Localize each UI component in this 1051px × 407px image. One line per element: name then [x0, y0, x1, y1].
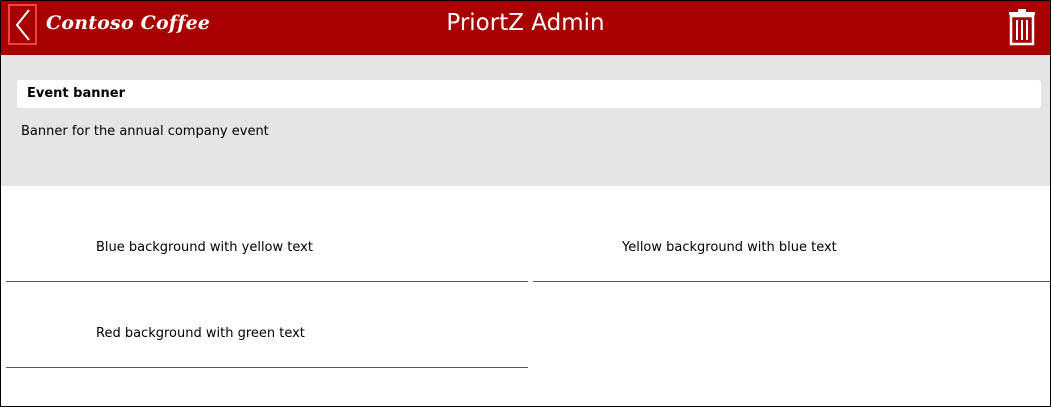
style-option-red-green[interactable]: Red background with green text [6, 282, 528, 368]
event-description: Banner for the annual company event [21, 124, 269, 139]
trash-icon [1009, 9, 1035, 46]
divider [6, 367, 528, 368]
style-option-label: Red background with green text [96, 326, 305, 341]
style-option-blue-yellow[interactable]: Blue background with yellow text [6, 196, 528, 282]
style-option-yellow-blue[interactable]: Yellow background with blue text [533, 196, 1050, 282]
style-option-label: Yellow background with blue text [622, 240, 837, 255]
event-banner-section: Event banner Banner for the annual compa… [1, 55, 1050, 186]
style-option-label: Blue background with yellow text [96, 240, 313, 255]
app-screen: Contoso Coffee PriortZ Admin Event banne… [0, 0, 1051, 407]
page-title: PriortZ Admin [446, 10, 605, 36]
delete-button[interactable] [1008, 8, 1036, 46]
divider [533, 281, 1050, 282]
header-bar: Contoso Coffee PriortZ Admin [1, 1, 1050, 55]
event-name-field[interactable]: Event banner [17, 80, 1041, 108]
